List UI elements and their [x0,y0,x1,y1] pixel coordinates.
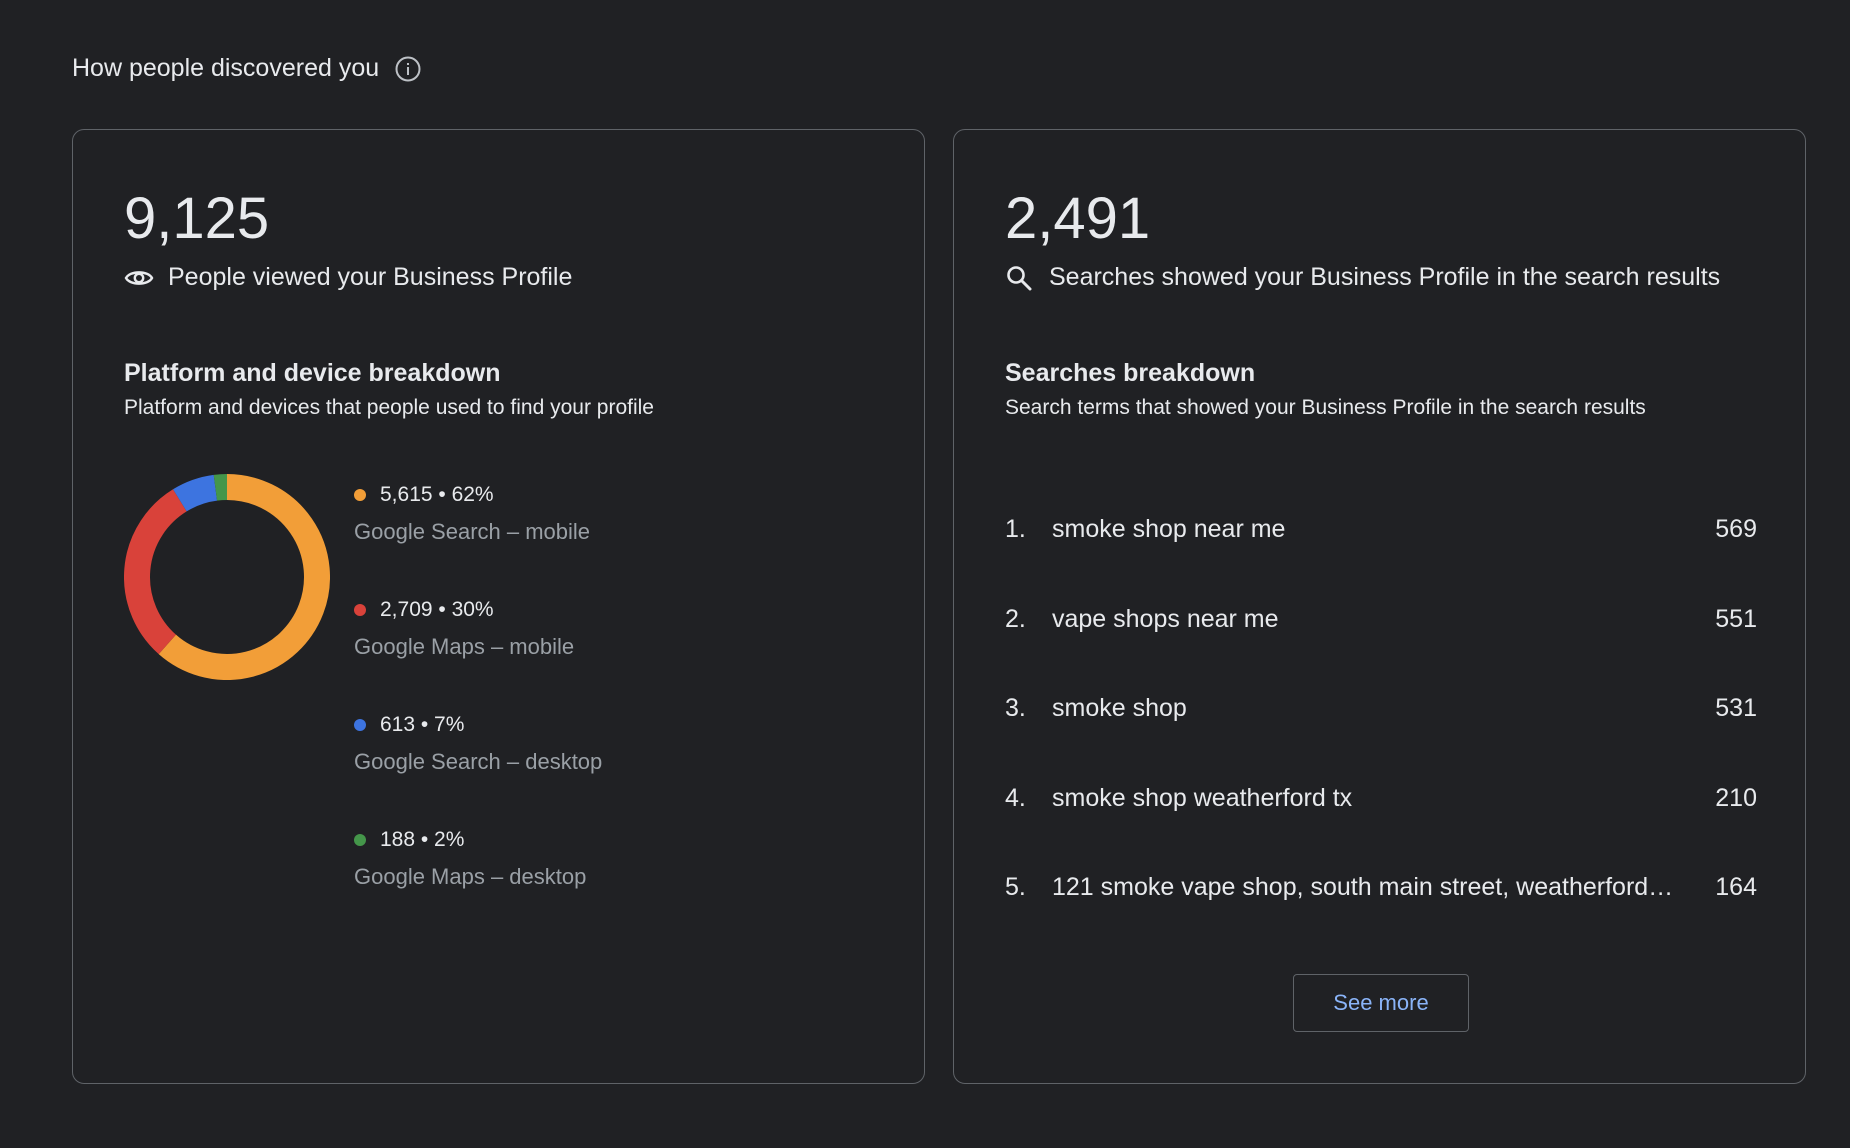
legend-dot [354,604,366,616]
searches-breakdown-desc: Search terms that showed your Business P… [1005,396,1646,419]
legend-value: 5,615 • 62% [380,483,494,506]
term-rank: 3. [1005,694,1026,723]
search-term-row: 5. 121 smoke vape shop, south main stree… [1005,843,1757,933]
term-count: 551 [1715,604,1757,633]
platform-breakdown-title: Platform and device breakdown [124,359,501,387]
search-term-row: 1. smoke shop near me 569 [1005,485,1757,575]
legend-label: Google Search – desktop [354,749,603,774]
platform-breakdown-desc: Platform and devices that people used to… [124,396,654,419]
legend-label: Google Maps – mobile [354,634,575,659]
legend-item-search-desktop: 613 • 7% Google Search – desktop [354,710,602,825]
term-text: smoke shop weatherford tx [1052,783,1353,812]
searches-caption: Searches showed your Business Profile in… [1049,263,1721,291]
legend-dot [354,719,366,731]
term-count: 210 [1715,783,1757,812]
term-rank: 2. [1005,604,1026,633]
legend-dot [354,489,366,501]
info-icon[interactable] [394,55,422,83]
term-count: 531 [1715,694,1757,723]
views-caption: People viewed your Business Profile [168,263,573,291]
donut-slice-maps-desktop [213,474,228,501]
see-more-button[interactable]: See more [1293,974,1469,1032]
legend-label: Google Maps – desktop [354,864,587,889]
legend-label: Google Search – mobile [354,519,591,544]
donut-slice-search-desktop [173,474,218,512]
legend-dot [354,834,366,846]
term-text: vape shops near me [1052,604,1279,633]
legend-item-search-mobile: 5,615 • 62% Google Search – mobile [354,480,602,595]
term-rank: 4. [1005,783,1026,812]
views-total: 9,125 [124,186,270,251]
term-text: 121 smoke vape shop, south main street, … [1052,873,1674,902]
legend-value: 2,709 • 30% [380,598,494,621]
legend-value: 188 • 2% [380,828,465,851]
searches-card: 2,491 Searches showed your Business Prof… [953,129,1806,1084]
term-rank: 1. [1005,515,1026,544]
platform-donut-chart [124,474,330,680]
search-icon [1007,265,1032,290]
views-card: 9,125 People viewed your Business Profil… [72,129,925,1084]
searches-total: 2,491 [1005,186,1151,251]
search-term-row: 4. smoke shop weatherford tx 210 [1005,754,1757,844]
platform-legend: 5,615 • 62% Google Search – mobile 2,709… [354,480,602,940]
search-terms-list: 1. smoke shop near me 569 2. vape shops … [1005,485,1757,933]
term-count: 569 [1715,515,1757,544]
views-caption-row: People viewed your Business Profile [124,263,572,292]
page: How people discovered you 9,125 People v… [0,0,1850,1148]
search-term-row: 2. vape shops near me 551 [1005,575,1757,665]
legend-item-maps-mobile: 2,709 • 30% Google Maps – mobile [354,595,602,710]
donut-slice-search-mobile [158,474,330,680]
term-count: 164 [1715,873,1757,902]
searches-caption-row: Searches showed your Business Profile in… [1005,263,1720,292]
legend-item-maps-desktop: 188 • 2% Google Maps – desktop [354,825,602,940]
search-term-row: 3. smoke shop 531 [1005,664,1757,754]
section-title: How people discovered you [72,54,380,82]
eye-icon [124,270,154,285]
section-header: How people discovered you [72,54,422,83]
term-text: smoke shop [1052,694,1187,723]
donut-slice-maps-mobile [124,489,187,655]
term-text: smoke shop near me [1052,515,1286,544]
term-rank: 5. [1005,873,1026,902]
legend-value: 613 • 7% [380,713,465,736]
searches-breakdown-title: Searches breakdown [1005,359,1256,387]
